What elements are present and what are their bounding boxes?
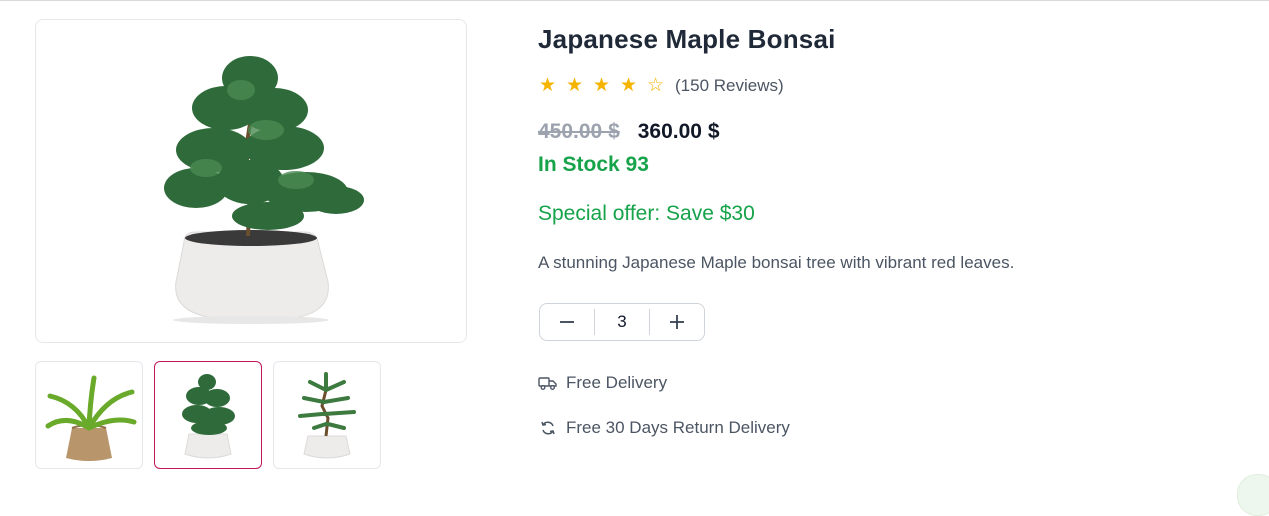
sale-price: 360.00 $ xyxy=(637,120,720,143)
star-full-icon: ★ xyxy=(565,75,584,96)
quantity-input[interactable] xyxy=(595,311,649,333)
reviews-count[interactable]: (150 Reviews) xyxy=(675,76,784,96)
star-full-icon: ★ xyxy=(592,75,611,96)
truck-icon xyxy=(538,374,557,393)
floating-chat-button[interactable] xyxy=(1237,474,1269,516)
product-description: A stunning Japanese Maple bonsai tree wi… xyxy=(538,253,1015,272)
main-product-image[interactable] xyxy=(35,19,467,343)
star-full-icon: ★ xyxy=(538,75,557,96)
feature-label: Free Delivery xyxy=(566,373,668,392)
refresh-icon xyxy=(538,419,557,438)
original-price: 450.00 $ xyxy=(538,120,620,143)
star-full-icon: ★ xyxy=(619,75,638,96)
product-title: Japanese Maple Bonsai xyxy=(538,24,836,54)
feature-free-delivery: Free Delivery xyxy=(538,373,667,393)
rating-row: ★ ★ ★ ★ ☆ (150 Reviews) xyxy=(538,74,784,98)
quantity-stepper xyxy=(539,303,705,341)
top-divider xyxy=(0,0,1269,1)
star-empty-icon: ☆ xyxy=(646,75,665,96)
price-row: 450.00 $ 360.00 $ xyxy=(538,120,720,144)
thumbnail-fern[interactable] xyxy=(35,361,143,469)
thumbnail-araucaria[interactable] xyxy=(273,361,381,469)
plus-icon xyxy=(669,315,684,329)
stock-status: In Stock 93 xyxy=(538,153,649,176)
minus-icon xyxy=(560,321,575,323)
decrease-quantity-button[interactable] xyxy=(540,304,594,340)
thumbnail-pine-bonsai[interactable] xyxy=(154,361,262,469)
special-offer: Special offer: Save $30 xyxy=(538,202,755,225)
increase-quantity-button[interactable] xyxy=(650,304,704,340)
feature-label: Free 30 Days Return Delivery xyxy=(566,418,790,437)
feature-free-returns: Free 30 Days Return Delivery xyxy=(538,418,790,438)
